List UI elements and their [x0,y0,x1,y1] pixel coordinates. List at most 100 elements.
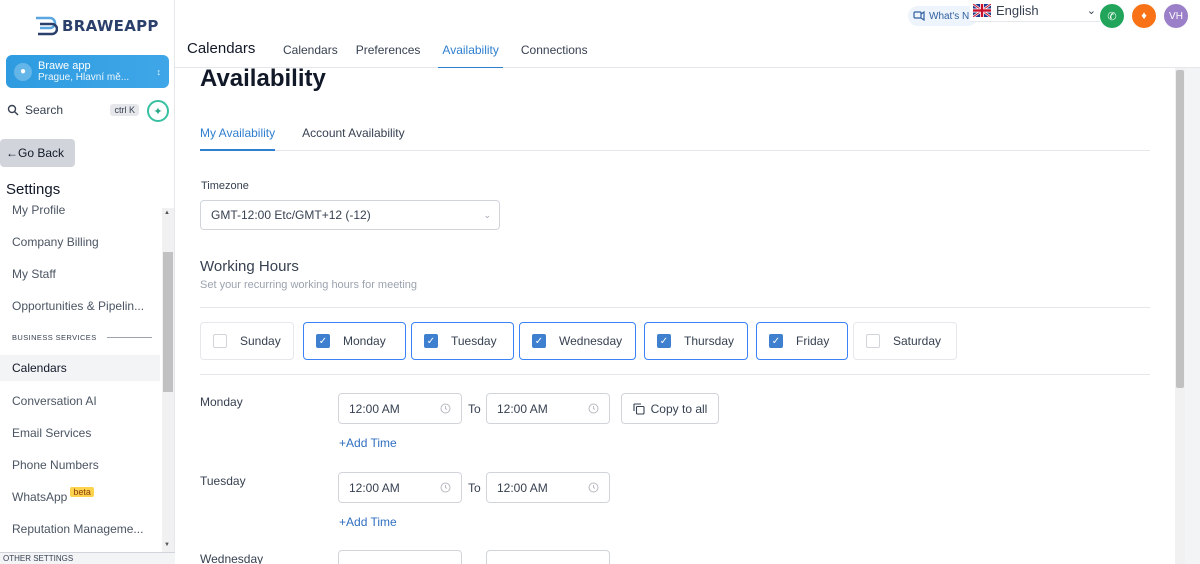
checkbox-tuesday[interactable]: ✓ [424,334,438,348]
copy-to-all-label: Copy to all [650,401,708,416]
notifications-button[interactable]: ♦ [1132,4,1156,28]
day-tuesday[interactable]: ✓ Tuesday [411,322,514,360]
clock-icon [588,482,599,493]
sidebar-item-whatsapp[interactable]: WhatsApp beta [12,487,94,504]
checkbox-wednesday[interactable]: ✓ [532,334,546,348]
search-input[interactable]: Search ctrl K [7,100,139,120]
schedule-day-monday: Monday [200,395,243,409]
add-time-link[interactable]: +Add Time [339,436,397,450]
sidebar-item-conversation-ai[interactable]: Conversation AI [12,394,97,408]
start-time-input[interactable]: 12:00 AM [338,472,462,503]
availability-subtabs: My Availability Account Availability [200,126,1150,151]
end-time-input[interactable] [486,550,610,564]
language-label: English [996,3,1039,18]
avatar[interactable]: VH [1164,4,1188,28]
user-icon: ● [14,62,32,81]
timezone-select[interactable]: GMT-12:00 Etc/GMT+12 (-12) ⌄ [200,200,500,230]
tab-connections[interactable]: Connections [521,37,588,69]
section-business-label: BUSINESS SERVICES [12,333,97,342]
start-time-value: 12:00 AM [349,480,400,495]
add-time-label: Add Time [346,436,397,450]
sidebar-item-opportunities[interactable]: Opportunities & Pipelin... [12,299,144,313]
sidebar-item-my-profile[interactable]: My Profile [12,203,65,217]
section-other-settings: OTHER SETTINGS [3,554,74,563]
end-time-input[interactable]: 12:00 AM [486,472,610,503]
plus-icon: + [339,515,347,529]
main-scroll-thumb[interactable] [1176,70,1184,388]
to-label: To [468,481,481,495]
quick-action-button[interactable]: ✦ [147,100,169,122]
account-switcher[interactable]: ● Brawe app Prague, Hlavní mě... ↕ [6,55,169,88]
tab-preferences[interactable]: Preferences [356,37,421,69]
section-business-services: BUSINESS SERVICES [12,333,152,342]
start-time-input[interactable]: 12:00 AM [338,393,462,424]
start-time-value: 12:00 AM [349,401,400,416]
day-label: Tuesday [451,334,497,348]
start-time-input[interactable] [338,550,462,564]
day-wednesday[interactable]: ✓ Wednesday [519,322,636,360]
tab-my-availability[interactable]: My Availability [200,126,276,151]
clock-icon [588,403,599,414]
working-hours-subtitle: Set your recurring working hours for mee… [200,279,418,291]
top-bar: Calendars Calendars Preferences Availabi… [175,0,1200,69]
main-scrollbar[interactable] [1175,68,1185,564]
copy-to-all-button[interactable]: Copy to all [621,393,719,424]
checkbox-saturday[interactable] [866,334,880,348]
logo-icon [32,14,59,38]
megaphone-icon [913,11,925,21]
sidebar-item-calendars[interactable]: Calendars [0,355,160,381]
day-thursday[interactable]: ✓ Thursday [644,322,748,360]
day-label: Thursday [684,334,735,348]
bolt-icon: ✦ [153,105,163,118]
beta-badge: beta [70,487,94,497]
sidebar-item-my-staff[interactable]: My Staff [12,267,56,281]
language-select[interactable]: English ⌄ [970,0,1100,22]
checkbox-sunday[interactable] [213,334,227,348]
copy-icon [633,402,645,415]
go-back-button[interactable]: ← Go Back [0,139,75,167]
divider [200,374,1150,375]
add-time-link[interactable]: +Add Time [339,515,397,529]
updown-icon: ↕ [156,66,162,77]
settings-nav: My Profile Company Billing My Staff Oppo… [0,196,160,552]
sidebar-item-email-services[interactable]: Email Services [12,426,91,440]
sidebar-scroll-thumb[interactable] [163,252,173,392]
whats-new-label: What's N [929,10,970,22]
sidebar-item-reputation[interactable]: Reputation Manageme... [12,522,143,536]
whats-new-button[interactable]: What's N [908,6,978,26]
timezone-value: GMT-12:00 Etc/GMT+12 (-12) [211,208,371,222]
account-name: Brawe app [38,59,91,72]
day-monday[interactable]: ✓ Monday [303,322,406,360]
chevron-down-icon: ⌄ [1086,5,1096,17]
calendar-tabs: Calendars Preferences Availability Conne… [283,37,606,69]
to-label: To [468,402,481,416]
tab-account-availability[interactable]: Account Availability [302,126,405,151]
main-content: Availability My Availability Account Ava… [175,65,1200,564]
working-hours-title: Working Hours [200,258,299,275]
phone-button[interactable]: ✆ [1100,4,1124,28]
search-icon [7,104,19,116]
timezone-label: Timezone [201,180,249,192]
arrow-left-icon: ← [6,146,18,160]
day-sunday[interactable]: Sunday [200,322,294,360]
sidebar-item-phone-numbers[interactable]: Phone Numbers [12,458,99,472]
add-time-label: Add Time [346,515,397,529]
tab-availability[interactable]: Availability [438,37,503,69]
end-time-input[interactable]: 12:00 AM [486,393,610,424]
sidebar-item-company-billing[interactable]: Company Billing [12,235,99,249]
day-label: Saturday [893,334,942,348]
page-heading: Calendars [187,40,256,57]
checkbox-friday[interactable]: ✓ [769,334,783,348]
sidebar-scrollbar[interactable]: ▲ ▼ [162,208,174,552]
plus-icon: + [339,436,347,450]
scroll-down-icon: ▼ [164,542,170,548]
brand-logo[interactable]: BRAWEAPP [32,14,159,38]
checkbox-monday[interactable]: ✓ [316,334,330,348]
search-label: Search [25,103,64,117]
scroll-up-icon: ▲ [164,210,170,216]
availability-title: Availability [200,65,326,92]
day-saturday[interactable]: Saturday [853,322,957,360]
go-back-label: Go Back [18,146,65,160]
checkbox-thursday[interactable]: ✓ [657,334,671,348]
day-friday[interactable]: ✓ Friday [756,322,848,360]
